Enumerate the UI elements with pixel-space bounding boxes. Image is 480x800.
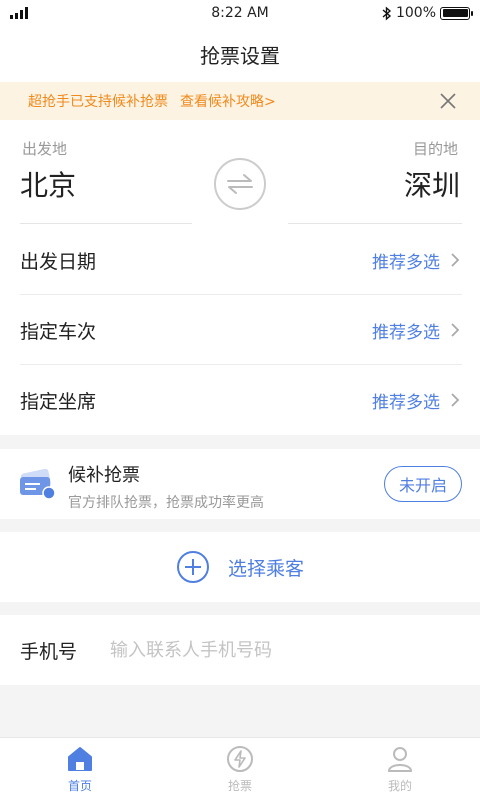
divider xyxy=(288,223,462,224)
from-label: 出发地 xyxy=(22,140,68,158)
tab-bar: 首页 抢票 我的 xyxy=(0,737,480,800)
option-label: 指定坐席 xyxy=(20,390,97,413)
waitlist-title: 候补抢票 xyxy=(68,465,140,486)
option-train-number[interactable]: 指定车次 推荐多选 xyxy=(0,295,480,365)
battery-icon xyxy=(440,6,473,20)
notice-text: 超抢手已支持候补抢票 xyxy=(28,94,168,110)
tab-label: 我的 xyxy=(387,778,412,793)
swap-button[interactable] xyxy=(214,158,266,210)
to-label: 目的地 xyxy=(412,140,458,158)
page-title: 抢票设置 xyxy=(200,43,280,68)
phone-label: 手机号 xyxy=(20,640,78,663)
notice-link[interactable]: 查看候补攻略> xyxy=(180,91,276,111)
option-value: 推荐多选 xyxy=(372,322,440,343)
status-time: 8:22 AM xyxy=(211,5,269,21)
waitlist-section: 候补抢票 官方排队抢票，抢票成功率更高 未开启 xyxy=(0,449,480,519)
select-passenger-button[interactable]: 选择乘客 xyxy=(0,532,480,602)
to-city[interactable]: 深圳 xyxy=(404,164,460,204)
option-departure-date[interactable]: 出发日期 推荐多选 xyxy=(0,225,480,295)
swap-icon xyxy=(227,174,253,194)
tab-label: 抢票 xyxy=(227,778,252,793)
user-icon xyxy=(387,746,413,772)
home-icon xyxy=(68,746,92,771)
chevron-right-icon xyxy=(451,393,460,407)
tab-mine[interactable]: 我的 xyxy=(320,738,480,800)
route-selector: 出发地 北京 目的地 深圳 xyxy=(0,120,480,225)
waitlist-toggle-button[interactable]: 未开启 xyxy=(384,466,462,502)
phone-input[interactable] xyxy=(110,639,410,661)
options-list: 出发日期 推荐多选 指定车次 推荐多选 指定坐席 推荐多选 xyxy=(0,225,480,435)
option-value: 推荐多选 xyxy=(372,392,440,413)
from-city[interactable]: 北京 xyxy=(20,164,76,204)
nav-bar: 抢票设置 xyxy=(0,26,480,82)
waitlist-subtitle: 官方排队抢票，抢票成功率更高 xyxy=(68,495,264,511)
status-bar: 8:22 AM 100% xyxy=(0,0,480,26)
tab-home[interactable]: 首页 xyxy=(0,738,160,800)
option-label: 出发日期 xyxy=(20,250,97,273)
select-passenger-label: 选择乘客 xyxy=(227,557,304,580)
option-seat-class[interactable]: 指定坐席 推荐多选 xyxy=(0,365,480,435)
notice-banner: 超抢手已支持候补抢票 查看候补攻略> xyxy=(0,82,480,120)
divider xyxy=(20,223,192,224)
lightning-icon xyxy=(227,745,253,772)
close-icon[interactable] xyxy=(438,91,458,111)
chevron-right-icon xyxy=(451,323,460,337)
ticket-icon xyxy=(20,468,56,500)
add-icon xyxy=(176,551,209,583)
option-value: 推荐多选 xyxy=(372,252,440,273)
tab-label: 首页 xyxy=(67,778,92,793)
chevron-right-icon xyxy=(451,253,460,267)
option-label: 指定车次 xyxy=(20,320,97,343)
phone-row: 手机号 xyxy=(0,615,480,685)
tab-grab-ticket[interactable]: 抢票 xyxy=(160,738,320,800)
